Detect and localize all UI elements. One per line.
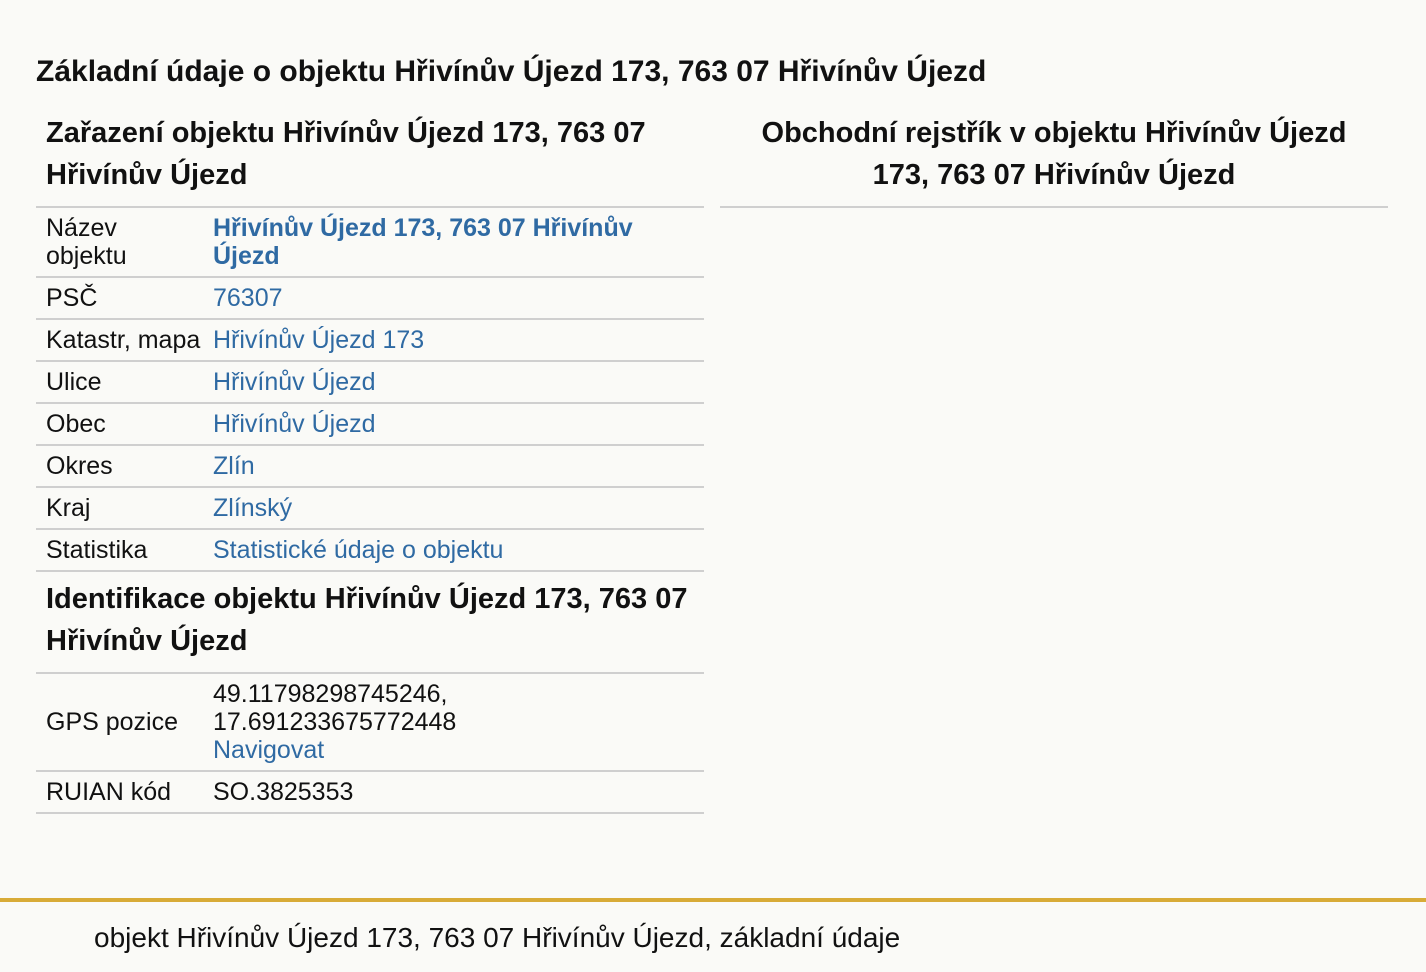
left-column: Zařazení objektu Hřivínův Újezd 173, 763…	[36, 112, 704, 814]
table-row: Ulice Hřivínův Újezd	[36, 361, 704, 404]
footer-text: objekt Hřivínův Újezd 173, 763 07 Hřivín…	[94, 922, 901, 953]
row-value-statistika: Statistické údaje o objektu	[213, 529, 704, 572]
classification-title: Zařazení objektu Hřivínův Újezd 173, 763…	[36, 112, 704, 208]
row-value-psc: 76307	[213, 277, 704, 320]
table-row: Statistika Statistické údaje o objektu	[36, 529, 704, 572]
row-value-kraj: Zlínský	[213, 487, 704, 530]
gps-value: 49.11798298745246, 17.691233675772448 Na…	[213, 674, 704, 772]
row-label-okres: Okres	[36, 445, 213, 488]
table-row: Katastr, mapa Hřivínův Újezd 173	[36, 319, 704, 362]
navigate-link[interactable]: Navigovat	[213, 736, 324, 764]
row-label-obec: Obec	[36, 403, 213, 446]
identification-title: Identifikace objektu Hřivínův Újezd 173,…	[36, 578, 704, 674]
row-value-nazev: Hřivínův Újezd 173, 763 07 Hřivínův Újez…	[213, 208, 704, 278]
row-value-okres: Zlín	[213, 445, 704, 488]
object-name-link[interactable]: Hřivínův Újezd 173, 763 07 Hřivínův Újez…	[213, 214, 633, 270]
business-register-title: Obchodní rejstřík v objektu Hřivínův Úje…	[720, 112, 1388, 208]
row-label-psc: PSČ	[36, 277, 213, 320]
classification-table: Název objektu Hřivínův Újezd 173, 763 07…	[36, 208, 704, 572]
obec-link[interactable]: Hřivínův Újezd	[213, 410, 376, 438]
gps-latitude: 49.11798298745246,	[213, 680, 448, 708]
katastr-link[interactable]: Hřivínův Újezd 173	[213, 326, 424, 354]
table-row: Název objektu Hřivínův Újezd 173, 763 07…	[36, 208, 704, 278]
page-title: Základní údaje o objektu Hřivínův Újezd …	[36, 55, 987, 88]
row-label-statistika: Statistika	[36, 529, 213, 572]
ruian-label: RUIAN kód	[36, 771, 213, 814]
kraj-link[interactable]: Zlínský	[213, 494, 292, 522]
right-column: Obchodní rejstřík v objektu Hřivínův Úje…	[720, 112, 1388, 208]
row-label-katastr: Katastr, mapa	[36, 319, 213, 362]
row-label-ulice: Ulice	[36, 361, 213, 404]
table-row: Obec Hřivínův Újezd	[36, 403, 704, 446]
page: Základní údaje o objektu Hřivínův Újezd …	[0, 0, 1426, 972]
table-row: Okres Zlín	[36, 445, 704, 488]
gps-label: GPS pozice	[36, 674, 213, 772]
footer-divider	[0, 898, 1426, 902]
row-label-nazev: Název objektu	[36, 208, 213, 278]
table-row: RUIAN kód SO.3825353	[36, 771, 704, 814]
table-row: GPS pozice 49.11798298745246, 17.6912336…	[36, 674, 704, 772]
ulice-link[interactable]: Hřivínův Újezd	[213, 368, 376, 396]
okres-link[interactable]: Zlín	[213, 452, 255, 480]
psc-link[interactable]: 76307	[213, 284, 283, 312]
row-value-katastr: Hřivínův Újezd 173	[213, 319, 704, 362]
ruian-value: SO.3825353	[213, 771, 704, 814]
statistics-link[interactable]: Statistické údaje o objektu	[213, 536, 503, 564]
row-value-obec: Hřivínův Újezd	[213, 403, 704, 446]
row-label-kraj: Kraj	[36, 487, 213, 530]
row-value-ulice: Hřivínův Újezd	[213, 361, 704, 404]
identification-table: GPS pozice 49.11798298745246, 17.6912336…	[36, 674, 704, 814]
table-row: Kraj Zlínský	[36, 487, 704, 530]
gps-longitude: 17.691233675772448	[213, 708, 457, 736]
table-row: PSČ 76307	[36, 277, 704, 320]
